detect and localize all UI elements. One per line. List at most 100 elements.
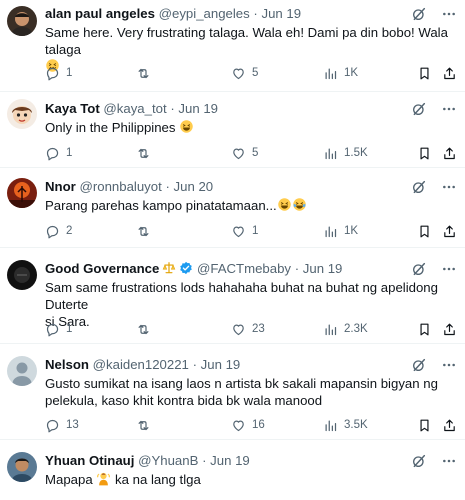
views-icon xyxy=(323,146,338,161)
author-name[interactable]: alan paul angeles xyxy=(45,6,155,21)
tweet-text-line: Parang parehas kampo pinatatamaan... xyxy=(45,198,277,213)
author-name[interactable]: Kaya Tot xyxy=(45,101,100,116)
author-name[interactable]: Good Governance xyxy=(45,261,159,276)
reply-icon xyxy=(45,224,60,239)
retweet-button[interactable] xyxy=(136,415,157,435)
bookmark-icon xyxy=(417,224,432,239)
retweet-icon xyxy=(136,224,151,239)
tweet-header: Nelson @kaiden120221 · Jun 19 xyxy=(45,356,405,374)
reply-button[interactable]: 1 xyxy=(45,143,72,163)
bookmark-button[interactable] xyxy=(417,221,432,241)
like-button[interactable]: 16 xyxy=(231,415,265,435)
author-handle[interactable]: @FACTmebaby xyxy=(197,261,291,276)
reply-icon xyxy=(45,146,60,161)
author-name[interactable]: Nnor xyxy=(45,179,76,194)
views-button[interactable]: 2.3K xyxy=(323,319,368,339)
retweet-button[interactable] xyxy=(136,143,157,163)
views-button[interactable]: 1.5K xyxy=(323,143,368,163)
author-handle[interactable]: @kaya_tot xyxy=(103,101,166,116)
like-count: 1 xyxy=(252,225,259,237)
like-icon xyxy=(231,322,246,337)
more-icon[interactable] xyxy=(441,101,457,117)
tweet-text-line: Gusto sumikat na isang laos n artista bk… xyxy=(45,376,438,391)
tweet[interactable]: Nelson @kaiden120221 · Jun 19 Gusto sumi… xyxy=(0,344,465,440)
bookmark-icon xyxy=(417,66,432,81)
tweet-text: Only in the Philippines xyxy=(45,119,451,138)
view-count: 1K xyxy=(344,225,359,237)
avatar[interactable] xyxy=(7,452,37,482)
more-icon[interactable] xyxy=(441,179,457,195)
views-button[interactable]: 3.5K xyxy=(323,415,368,435)
crying-laughing-face-emoji xyxy=(292,197,307,216)
share-button[interactable] xyxy=(442,319,457,339)
tweet-date[interactable]: Jun 19 xyxy=(261,6,301,21)
tweet-date[interactable]: Jun 19 xyxy=(210,453,250,468)
more-icon[interactable] xyxy=(441,261,457,277)
retweet-button[interactable] xyxy=(136,319,157,339)
like-count: 16 xyxy=(252,419,265,431)
reply-button[interactable]: 13 xyxy=(45,415,79,435)
share-icon xyxy=(442,146,457,161)
grok-icon[interactable] xyxy=(411,6,427,22)
tweet-date[interactable]: Jun 20 xyxy=(174,179,214,194)
avatar[interactable] xyxy=(7,356,37,386)
like-count: 5 xyxy=(252,147,259,159)
retweet-button[interactable] xyxy=(136,221,157,241)
grok-icon[interactable] xyxy=(411,357,427,373)
tweet-date[interactable]: Jun 19 xyxy=(303,261,343,276)
grok-icon[interactable] xyxy=(411,101,427,117)
tweet[interactable]: Good Governance @FACTmebaby · Jun 19 Sam… xyxy=(0,248,465,344)
avatar[interactable] xyxy=(7,6,37,36)
retweet-icon xyxy=(136,418,151,433)
tweet-text-after: ka na lang tlga xyxy=(115,472,201,487)
avatar[interactable] xyxy=(7,260,37,290)
author-handle[interactable]: @ronnbaluyot xyxy=(79,179,161,194)
retweet-button[interactable] xyxy=(136,63,157,83)
bookmark-button[interactable] xyxy=(417,63,432,83)
share-button[interactable] xyxy=(442,415,457,435)
author-handle[interactable]: @YhuanB xyxy=(138,453,198,468)
tweet[interactable]: alan paul angeles @eypi_angeles · Jun 19… xyxy=(0,0,465,92)
grok-icon[interactable] xyxy=(411,179,427,195)
views-button[interactable]: 1K xyxy=(323,221,358,241)
more-icon[interactable] xyxy=(441,453,457,469)
like-button[interactable]: 5 xyxy=(231,63,258,83)
like-button[interactable]: 5 xyxy=(231,143,258,163)
views-button[interactable]: 1K xyxy=(323,63,358,83)
like-button[interactable]: 1 xyxy=(231,221,258,241)
tweet-header: Good Governance @FACTmebaby · Jun 19 xyxy=(45,260,413,278)
reply-button[interactable]: 1 xyxy=(45,319,72,339)
bookmark-button[interactable] xyxy=(417,143,432,163)
tweet-date[interactable]: Jun 19 xyxy=(178,101,218,116)
grok-icon[interactable] xyxy=(411,453,427,469)
tweet-header: Nnor @ronnbaluyot · Jun 20 xyxy=(45,178,405,196)
author-handle[interactable]: @eypi_angeles xyxy=(159,6,250,21)
share-button[interactable] xyxy=(442,143,457,163)
tweet-date[interactable]: Jun 19 xyxy=(201,357,241,372)
tweet[interactable]: Yhuan Otinauj @YhuanB · Jun 19 Mapapa ka… xyxy=(0,440,465,500)
like-icon xyxy=(231,224,246,239)
tweet-text: Mapapa ka na lang tlga xyxy=(45,471,451,490)
more-icon[interactable] xyxy=(441,357,457,373)
share-button[interactable] xyxy=(442,63,457,83)
grok-icon[interactable] xyxy=(411,261,427,277)
more-icon[interactable] xyxy=(441,6,457,22)
like-button[interactable]: 23 xyxy=(231,319,265,339)
share-button[interactable] xyxy=(442,221,457,241)
tweet[interactable]: Kaya Tot @kaya_tot · Jun 19 Only in the … xyxy=(0,92,465,168)
bookmark-button[interactable] xyxy=(417,319,432,339)
reply-button[interactable]: 2 xyxy=(45,221,72,241)
tweet-text-line: pelekula, kaso khit kontra bida bk wala … xyxy=(45,393,323,408)
author-name[interactable]: Nelson xyxy=(45,357,89,372)
author-name[interactable]: Yhuan Otinauj xyxy=(45,453,134,468)
tweet[interactable]: Nnor @ronnbaluyot · Jun 20 Parang pareha… xyxy=(0,168,465,248)
avatar[interactable] xyxy=(7,178,37,208)
bookmark-button[interactable] xyxy=(417,415,432,435)
views-icon xyxy=(323,418,338,433)
tweet-text: Parang parehas kampo pinatatamaan... xyxy=(45,197,451,216)
tweet-text-line: Same here. Very frustrating talaga. Wala… xyxy=(45,25,448,57)
author-handle[interactable]: @kaiden120221 xyxy=(93,357,189,372)
avatar[interactable] xyxy=(7,99,37,129)
tweet-text: Gusto sumikat na isang laos n artista bk… xyxy=(45,375,451,409)
reply-button[interactable]: 1 xyxy=(45,63,72,83)
